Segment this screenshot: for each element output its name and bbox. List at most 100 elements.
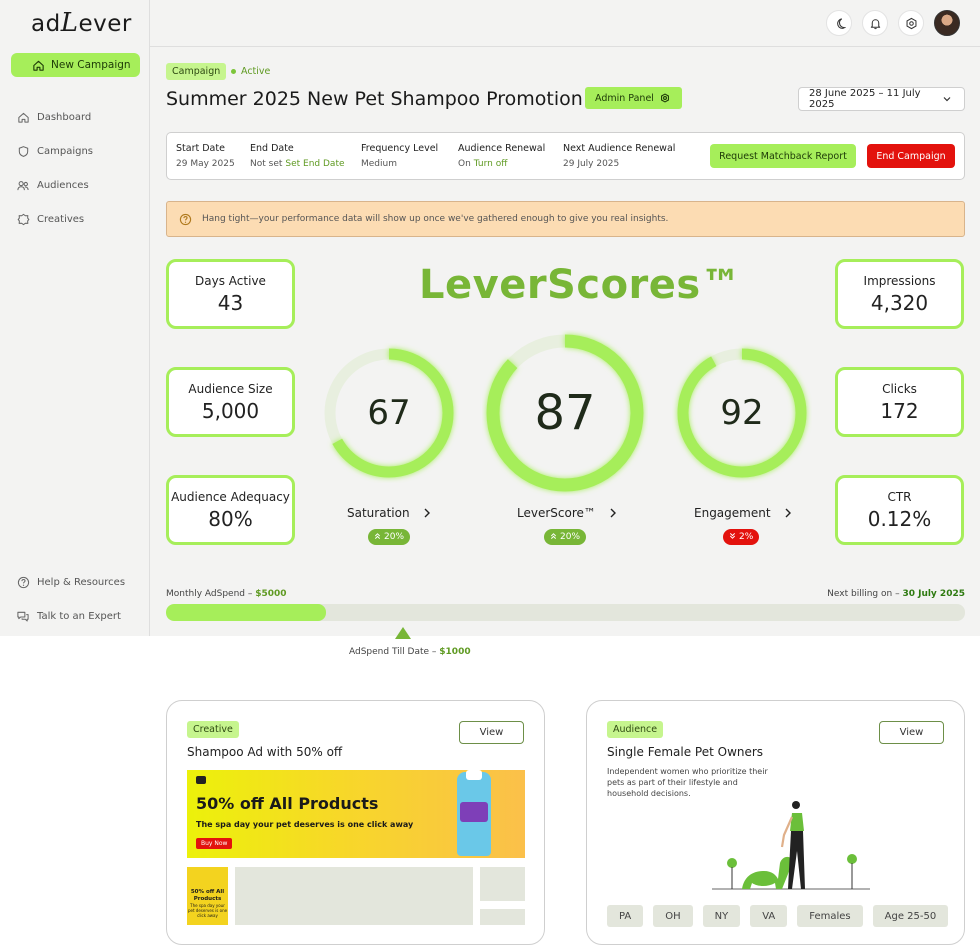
sidebar-item-label: Audiences — [37, 179, 89, 191]
sidebar-item-label: Talk to an Expert — [37, 610, 121, 622]
set-end-date-link[interactable]: Set End Date — [285, 159, 344, 169]
audience-adequacy-label: Audience Adequacy — [171, 490, 290, 504]
woman-with-dog-illustration — [712, 801, 870, 890]
frequency-label: Frequency Level — [361, 143, 439, 154]
audience-size-value: 5,000 — [201, 399, 260, 423]
logo-big: L — [60, 8, 79, 38]
insights-alert: Hang tight—your performance data will sh… — [166, 201, 965, 237]
monthly-adspend-value: $5000 — [255, 589, 287, 599]
sidebar-item-campaigns[interactable]: Campaigns — [16, 134, 93, 168]
engagement-gauge-value: 92 — [720, 393, 763, 433]
logo[interactable]: adLever — [31, 8, 132, 38]
chevron-right-icon — [606, 506, 620, 520]
end-date-field: End Date Not set Set End Date — [250, 143, 345, 169]
sidebar-item-creatives[interactable]: Creatives — [16, 202, 93, 236]
next-billing: Next billing on – 30 July 2025 — [827, 589, 965, 599]
start-date-label: Start Date — [176, 143, 225, 154]
adspend-progress-fill — [166, 604, 326, 621]
sidebar-item-help[interactable]: Help & Resources — [16, 565, 125, 599]
audience-renewal-value: On — [458, 159, 471, 169]
date-range-select[interactable]: 28 June 2025 – 11 July 2025 — [798, 87, 965, 111]
new-campaign-button[interactable]: New Campaign — [11, 53, 140, 77]
bottle-cap — [466, 770, 482, 780]
clicks-label: Clicks — [882, 382, 917, 396]
leverscore-gauge-value: 87 — [534, 385, 595, 441]
creative-placeholder — [480, 867, 525, 901]
avatar[interactable] — [934, 10, 960, 36]
next-renewal-value: 29 July 2025 — [563, 159, 620, 169]
chevron-right-icon — [420, 506, 434, 520]
sidebar-bottom: Help & Resources Talk to an Expert — [16, 565, 125, 633]
saturation-link[interactable]: Saturation — [347, 506, 434, 520]
impressions-value: 4,320 — [870, 291, 929, 315]
audience-chip[interactable]: NY — [702, 905, 741, 927]
status-badge: Active — [231, 66, 270, 77]
question-icon — [178, 212, 192, 226]
leverscore-link[interactable]: LeverScore™ — [517, 506, 620, 520]
admin-panel-label: Admin Panel — [595, 92, 654, 104]
days-active-label: Days Active — [195, 274, 266, 288]
banner-subtext: The spa day your pet deserves is one cli… — [196, 820, 414, 829]
status-text: Active — [241, 66, 271, 77]
buy-now-button[interactable]: Buy Now — [196, 838, 233, 849]
ctr-card: CTR 0.12% — [835, 475, 964, 545]
campaign-info-card: Start Date 29 May 2025 End Date Not set S… — [166, 132, 965, 180]
saturation-label: Saturation — [347, 506, 410, 520]
ctr-label: CTR — [887, 490, 912, 504]
adspend-marker — [395, 627, 411, 639]
creative-view-button[interactable]: View — [459, 721, 524, 744]
date-range-value: 28 June 2025 – 11 July 2025 — [809, 88, 921, 110]
admin-panel-button[interactable]: Admin Panel — [585, 87, 682, 109]
request-matchback-report-button[interactable]: Request Matchback Report — [710, 144, 856, 168]
creative-placeholder — [235, 867, 473, 925]
settings-icon[interactable] — [898, 10, 924, 36]
leverscore-change-value: 20% — [560, 532, 581, 542]
saturation-change-value: 20% — [384, 532, 405, 542]
home-icon — [16, 110, 30, 124]
creative-thumbnail[interactable]: 50% off All Products The spa day your pe… — [187, 867, 228, 925]
start-date-field: Start Date 29 May 2025 — [176, 143, 235, 169]
bottle-label — [460, 802, 488, 822]
frequency-field: Frequency Level Medium — [361, 143, 438, 169]
sidebar-item-label: Creatives — [37, 213, 85, 225]
users-icon — [16, 178, 30, 192]
adspend-till-date: AdSpend Till Date – $1000 — [349, 647, 471, 657]
adspend-till-date-value: $1000 — [439, 647, 471, 657]
audience-chip[interactable]: PA — [607, 905, 644, 927]
audience-tag: Audience — [607, 721, 664, 738]
sidebar-item-audiences[interactable]: Audiences — [16, 168, 93, 202]
engagement-gauge: 92 — [677, 348, 807, 478]
audience-chip[interactable]: OH — [653, 905, 693, 927]
topbar-icons — [826, 10, 960, 36]
banner-headline: 50% off All Products — [196, 794, 379, 813]
turn-off-link[interactable]: Turn off — [474, 159, 508, 169]
next-renewal-field: Next Audience Renewal 29 July 2025 — [563, 143, 675, 169]
creative-card: Creative Shampoo Ad with 50% off View 50… — [166, 700, 545, 945]
page-title: Summer 2025 New Pet Shampoo Promotion — [166, 88, 583, 110]
moon-icon[interactable] — [826, 10, 852, 36]
sidebar-item-dashboard[interactable]: Dashboard — [16, 100, 93, 134]
audience-chip[interactable]: Age 25-50 — [872, 905, 949, 927]
audience-title: Single Female Pet Owners — [607, 745, 764, 759]
creative-banner[interactable]: 50% off All Products The spa day your pe… — [187, 770, 525, 858]
sidebar-item-expert[interactable]: Talk to an Expert — [16, 599, 125, 633]
shield-icon — [16, 144, 30, 158]
audience-chip[interactable]: VA — [750, 905, 788, 927]
sidebar-item-label: Campaigns — [37, 145, 94, 157]
chevron-down-icon — [941, 92, 954, 106]
chevrons-up-icon — [374, 532, 381, 543]
audience-card: Audience Single Female Pet Owners View I… — [586, 700, 965, 945]
audience-chip[interactable]: Females — [797, 905, 863, 927]
logo-suffix: ever — [78, 11, 132, 37]
chat-icon — [16, 609, 30, 623]
audience-view-button[interactable]: View — [879, 721, 944, 744]
audience-renewal-label: Audience Renewal — [458, 143, 546, 154]
leverscore-gauge: 87 — [486, 334, 644, 492]
bell-icon[interactable] — [862, 10, 888, 36]
engagement-change-badge: 2% — [723, 529, 760, 545]
start-date-value: 29 May 2025 — [176, 159, 235, 169]
end-campaign-button[interactable]: End Campaign — [867, 144, 955, 168]
creative-icon — [16, 212, 30, 226]
days-active-card: Days Active 43 — [166, 259, 295, 329]
engagement-link[interactable]: Engagement — [694, 506, 795, 520]
